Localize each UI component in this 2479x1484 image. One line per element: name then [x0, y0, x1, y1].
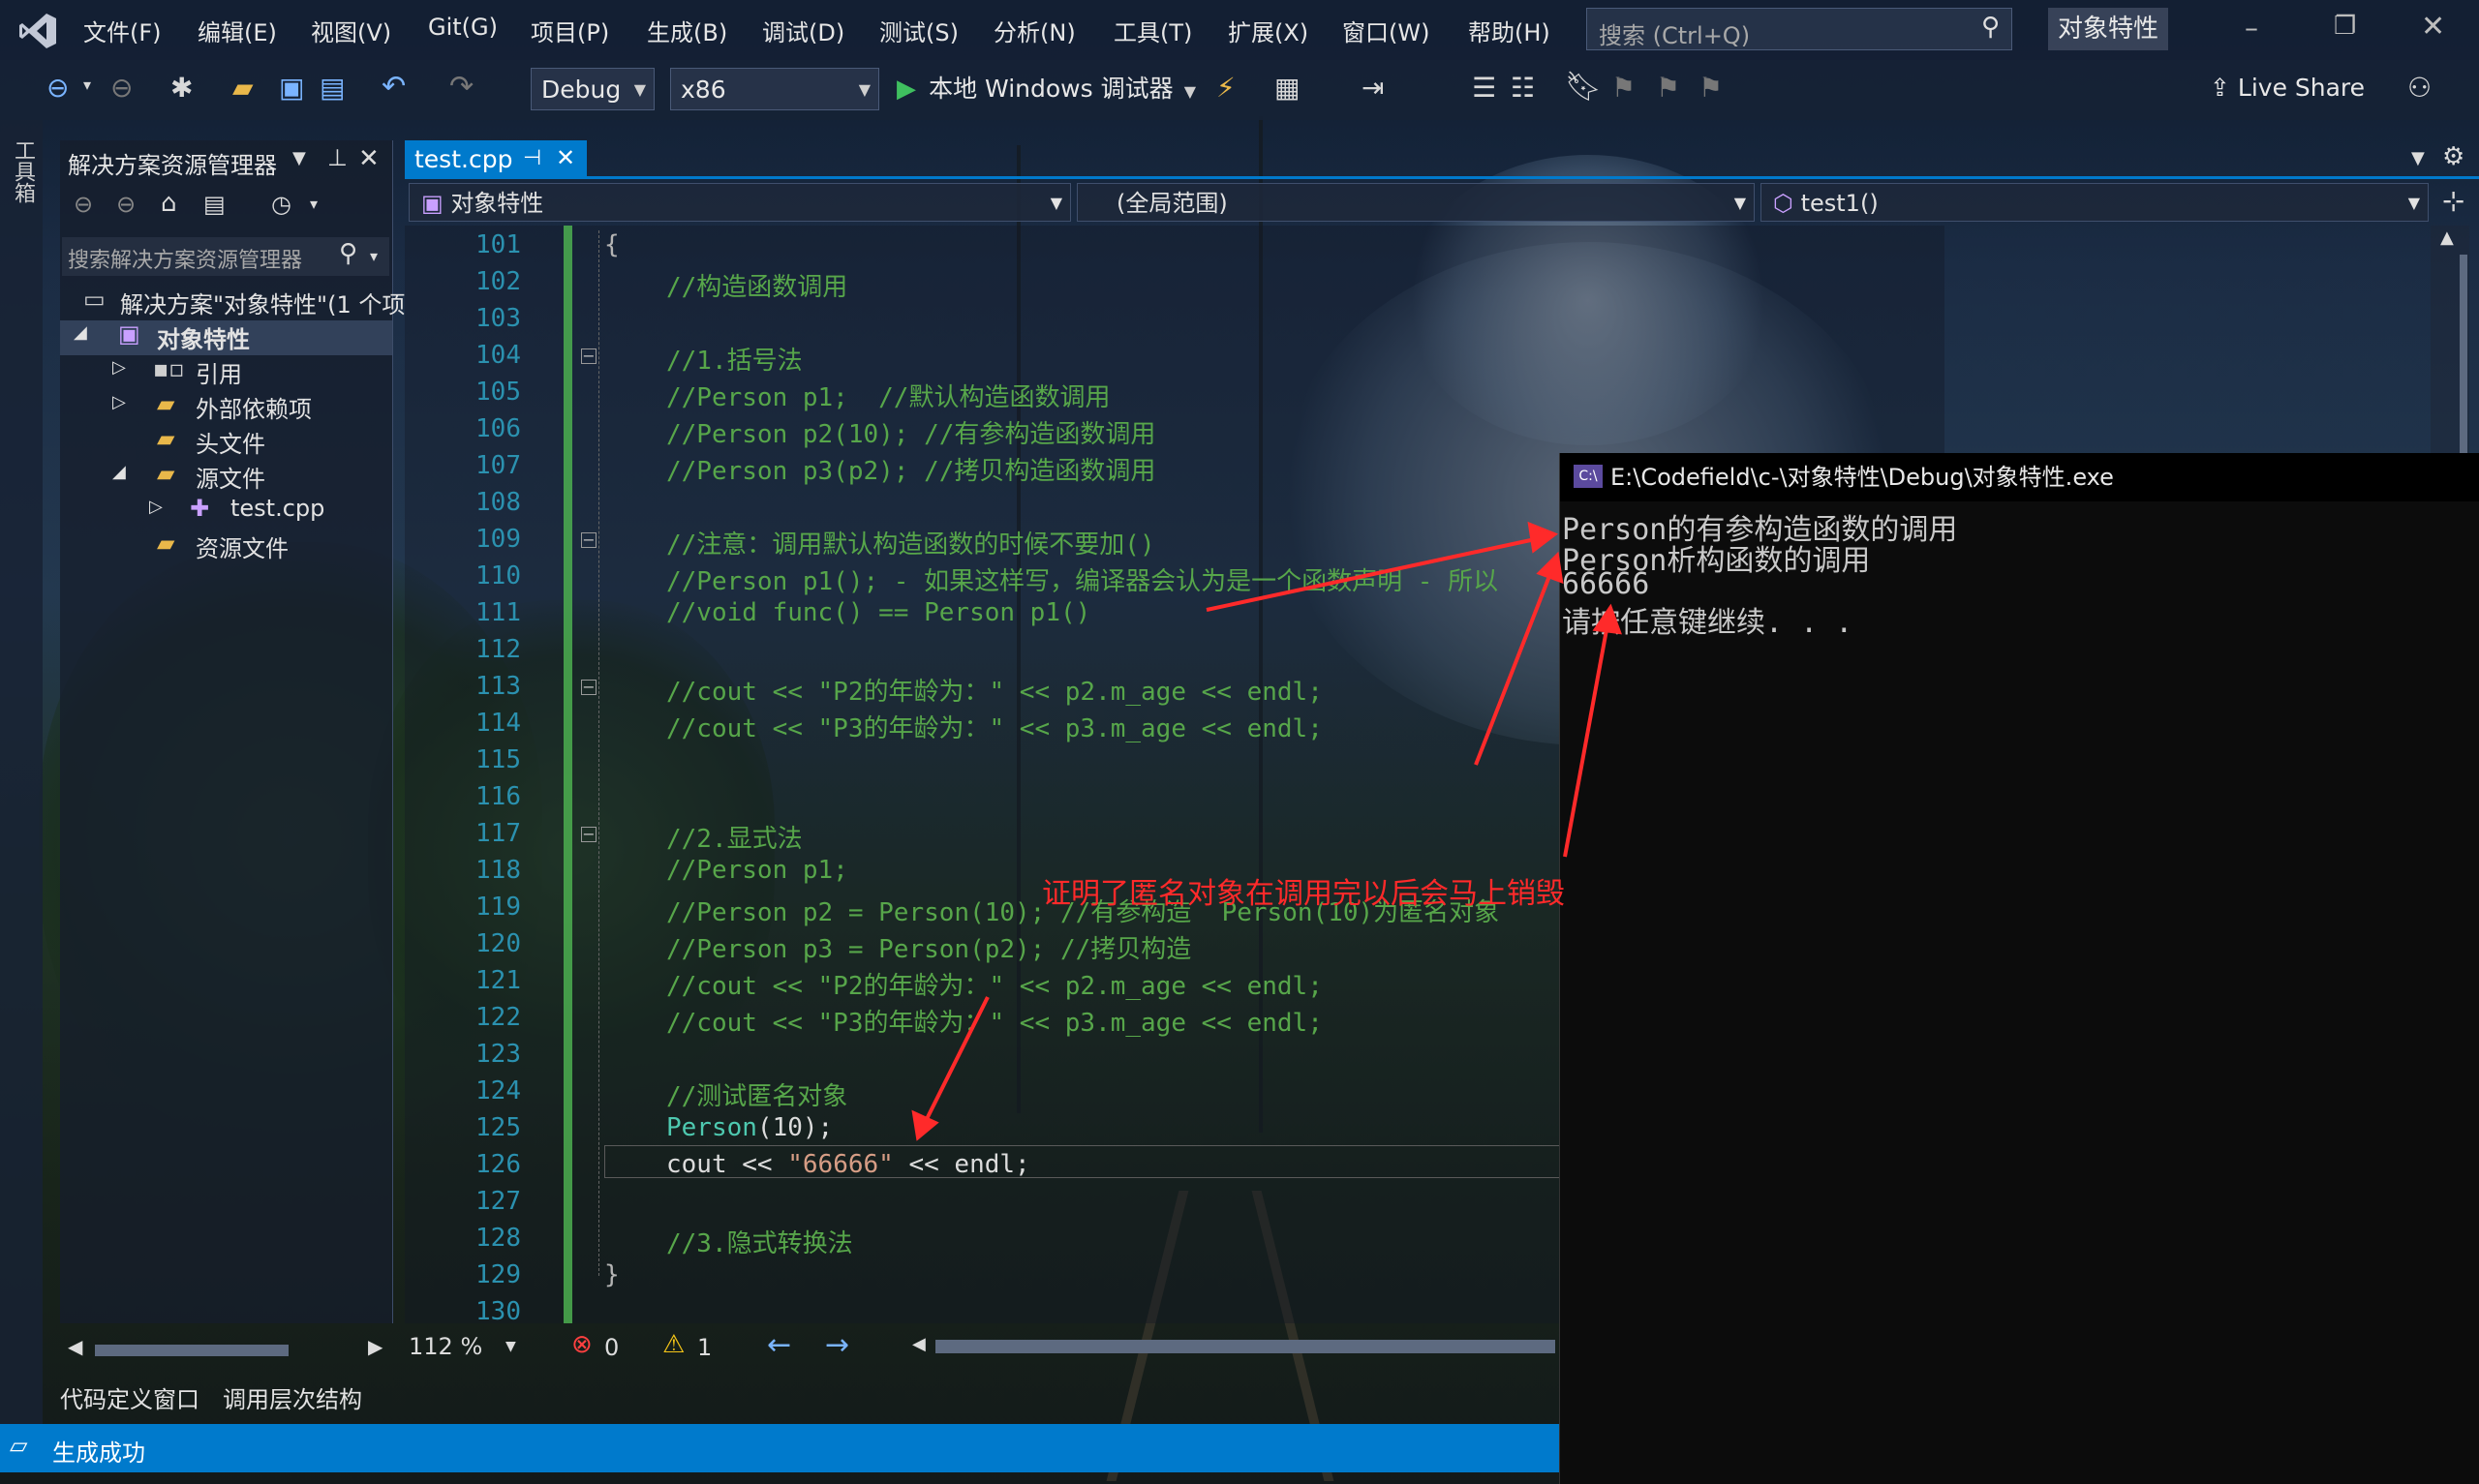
annotation-arrow-to-output-line — [1563, 623, 1609, 858]
annotation-text: 证明了匿名对象在调用完以后会马上销毁 — [1042, 877, 1565, 911]
arrow-head — [1527, 521, 1559, 554]
arrow-head — [1592, 603, 1622, 635]
annotation-arrow-to-constructor-line — [1206, 536, 1541, 612]
annotation-overlay — [911, 521, 1622, 1141]
arrow-head — [911, 1109, 939, 1141]
annotation-arrow-to-code-line — [923, 996, 990, 1124]
annotation-arrow-to-destructor-line — [1474, 570, 1553, 766]
arrow-head — [1536, 551, 1564, 585]
